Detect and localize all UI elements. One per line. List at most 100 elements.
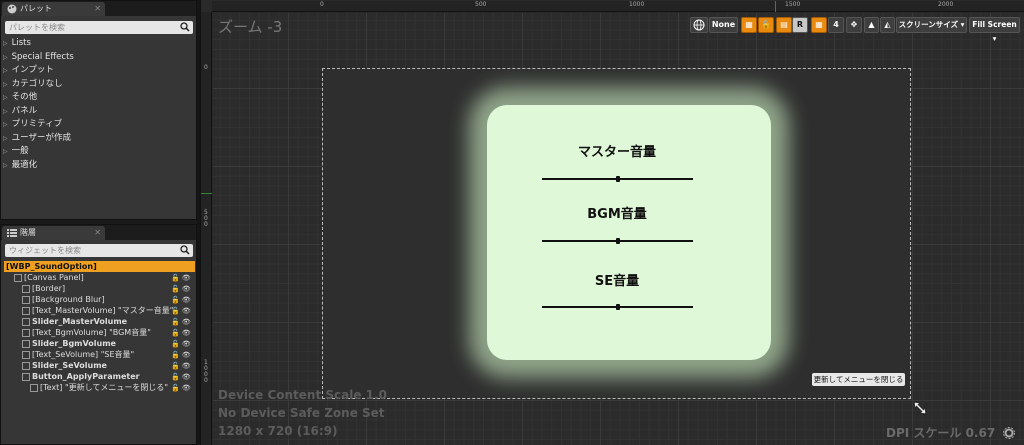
palette-category-label: その他 (11, 92, 38, 102)
widget-tree-row[interactable]: [Background Blur] 🔓 👁 (4, 294, 195, 305)
widget-tree-row[interactable]: Slider_MasterVolume 🔓 👁 (4, 316, 195, 327)
visibility-eye-icon[interactable]: 👁 (182, 329, 191, 337)
lock-icon[interactable]: 🔓 (171, 351, 180, 359)
expand-arrow-icon[interactable]: ▷ (3, 108, 8, 115)
ruler-top-label: 2000 (938, 1, 954, 8)
widget-tree-row[interactable]: [WBP_SoundOption] (4, 261, 195, 272)
widget-type-icon (22, 361, 30, 370)
ruler-top[interactable]: 0 500 1000 1500 2000 (212, 1, 1024, 12)
se-volume-slider[interactable] (542, 304, 693, 310)
lock-icon[interactable]: 🔓 (171, 329, 180, 337)
visibility-eye-icon[interactable]: 👁 (182, 296, 191, 304)
lock-icon[interactable]: 🔓 (171, 373, 180, 381)
palette-category-label: Special Effects (11, 51, 74, 62)
visibility-eye-icon[interactable]: 👁 (182, 384, 191, 392)
widget-tree-row[interactable]: [Text_MasterVolume] "マスター音量" 🔓 👁 (4, 305, 195, 316)
lock-icon[interactable]: 🔓 (171, 384, 180, 392)
lock-icon[interactable]: 🔓 (171, 274, 180, 282)
lock-icon[interactable]: 🔓 (171, 285, 180, 293)
widget-tree-row[interactable]: Slider_SeVolume 🔓 👁 (4, 360, 195, 371)
visibility-eye-icon[interactable]: 👁 (182, 307, 191, 315)
localization-button[interactable] (690, 17, 708, 33)
landscape-button[interactable]: ▲ (864, 17, 879, 33)
expand-arrow-icon[interactable]: ▷ (3, 54, 8, 61)
zoom-level: ズーム -3 (218, 18, 283, 36)
palette-category[interactable]: ▷ 最適化 (3, 159, 37, 172)
portrait-icon: ◭ (884, 20, 891, 29)
visibility-eye-icon[interactable]: 👁 (182, 340, 191, 348)
master-volume-slider[interactable] (542, 176, 693, 182)
expand-arrow-icon[interactable]: ▷ (3, 162, 8, 169)
hierarchy-icon (7, 229, 17, 237)
palette-category[interactable]: ▷ プリミティブ (3, 118, 62, 131)
widget-tree-row[interactable]: [Border] 🔓 👁 (4, 283, 195, 294)
widget-tree-row[interactable]: Slider_BgmVolume 🔓 👁 (4, 338, 195, 349)
respect-locks-button[interactable]: ▤ (776, 17, 792, 33)
palette-category[interactable]: ▷ 一般 (3, 145, 29, 158)
portrait-button[interactable]: ◭ (880, 17, 895, 33)
close-icon[interactable]: ✕ (94, 226, 101, 240)
widget-tree-row[interactable]: [Canvas Panel] 🔓 👁 (4, 272, 195, 283)
rotate-button[interactable]: R (792, 17, 808, 33)
palette-tab[interactable]: パレット ✕ (2, 2, 105, 16)
expand-arrow-icon[interactable]: ▷ (3, 94, 8, 101)
visibility-eye-icon[interactable]: 👁 (182, 274, 191, 282)
widget-tree-row[interactable]: [Text] "更新してメニューを閉じる" 🔓 👁 (4, 382, 195, 393)
bgm-volume-label[interactable]: BGM音量 (540, 203, 694, 222)
lock-icon[interactable]: 🔓 (171, 307, 180, 315)
palette-category[interactable]: ▷ ユーザーが作成 (3, 132, 71, 145)
slider-thumb[interactable] (615, 176, 620, 182)
flash-button[interactable]: ▦ (741, 17, 757, 33)
apply-and-close-button[interactable]: 更新してメニューを閉じる (812, 373, 905, 386)
widget-type-icon (22, 372, 30, 381)
screen-size-dropdown[interactable]: スクリーンサイズ ▾ (896, 17, 967, 33)
slider-thumb[interactable] (615, 238, 620, 244)
lock-icon[interactable]: 🔓 (171, 362, 180, 370)
palette-search-input[interactable]: パレットを検索 (5, 21, 193, 34)
widget-tree-row[interactable]: Button_ApplyParameter 🔓 👁 (4, 371, 195, 382)
palette-category[interactable]: ▷ Special Effects (3, 51, 74, 64)
widget-tree-label: [Text_BgmVolume] "BGM音量" (32, 328, 151, 337)
resize-handle-icon[interactable] (913, 401, 927, 415)
visibility-eye-icon[interactable]: 👁 (182, 351, 191, 359)
grid-size-dropdown[interactable]: 4 (828, 17, 844, 33)
fill-screen-dropdown[interactable]: Fill Screen ▾ (969, 17, 1020, 43)
palette-tabbar: パレット ✕ (1, 1, 196, 16)
widget-tree-row[interactable]: [Text_SeVolume] "SE音量" 🔓 👁 (4, 349, 195, 360)
visibility-eye-icon[interactable]: 👁 (182, 362, 191, 370)
se-volume-label[interactable]: SE音量 (540, 270, 694, 289)
close-icon[interactable]: ✕ (94, 2, 101, 16)
expand-arrow-icon[interactable]: ▷ (3, 81, 8, 88)
visibility-eye-icon[interactable]: 👁 (182, 318, 191, 326)
expand-arrow-icon[interactable]: ▷ (3, 67, 8, 74)
palette-category[interactable]: ▷ Lists (3, 37, 31, 50)
palette-category[interactable]: ▷ その他 (3, 91, 37, 104)
palette-category[interactable]: ▷ パネル (3, 105, 37, 118)
lock-icon[interactable]: 🔓 (171, 340, 180, 348)
visibility-eye-icon[interactable]: 👁 (182, 285, 191, 293)
hierarchy-tab[interactable]: 階層 ✕ (2, 226, 105, 240)
lock-icon[interactable]: 🔓 (171, 296, 180, 304)
lock-button[interactable]: 🔒 (758, 17, 774, 33)
widget-search-input[interactable]: ウィジェットを検索 (5, 244, 193, 257)
expand-arrow-icon[interactable]: ▷ (3, 135, 8, 142)
preview-none-dropdown[interactable]: None (709, 17, 738, 33)
lock-icon[interactable]: 🔓 (171, 318, 180, 326)
gear-icon[interactable] (1003, 427, 1015, 439)
palette-category-label: プリミティブ (11, 119, 63, 129)
visibility-eye-icon[interactable]: 👁 (182, 373, 191, 381)
expand-arrow-icon[interactable]: ▷ (3, 121, 8, 128)
ruler-left[interactable]: 0 500 1000 (201, 12, 212, 445)
palette-category[interactable]: ▷ カテゴリなし (3, 78, 63, 91)
grid-snap-button[interactable]: ▦ (811, 17, 827, 33)
widget-tree-row[interactable]: [Text_BgmVolume] "BGM音量" 🔓 👁 (4, 327, 195, 338)
palette-category[interactable]: ▷ インプット (3, 64, 54, 77)
row-toggle-icons: 🔓 👁 (171, 382, 193, 393)
expand-arrow-icon[interactable]: ▷ (3, 40, 8, 47)
slider-thumb[interactable] (615, 304, 620, 310)
transform-button[interactable]: ✥ (846, 17, 862, 33)
master-volume-label[interactable]: マスター音量 (540, 141, 694, 160)
expand-arrow-icon[interactable]: ▷ (3, 148, 8, 155)
widget-tree-label: [Text] "更新してメニューを閉じる" (40, 383, 169, 392)
bgm-volume-slider[interactable] (542, 238, 693, 244)
